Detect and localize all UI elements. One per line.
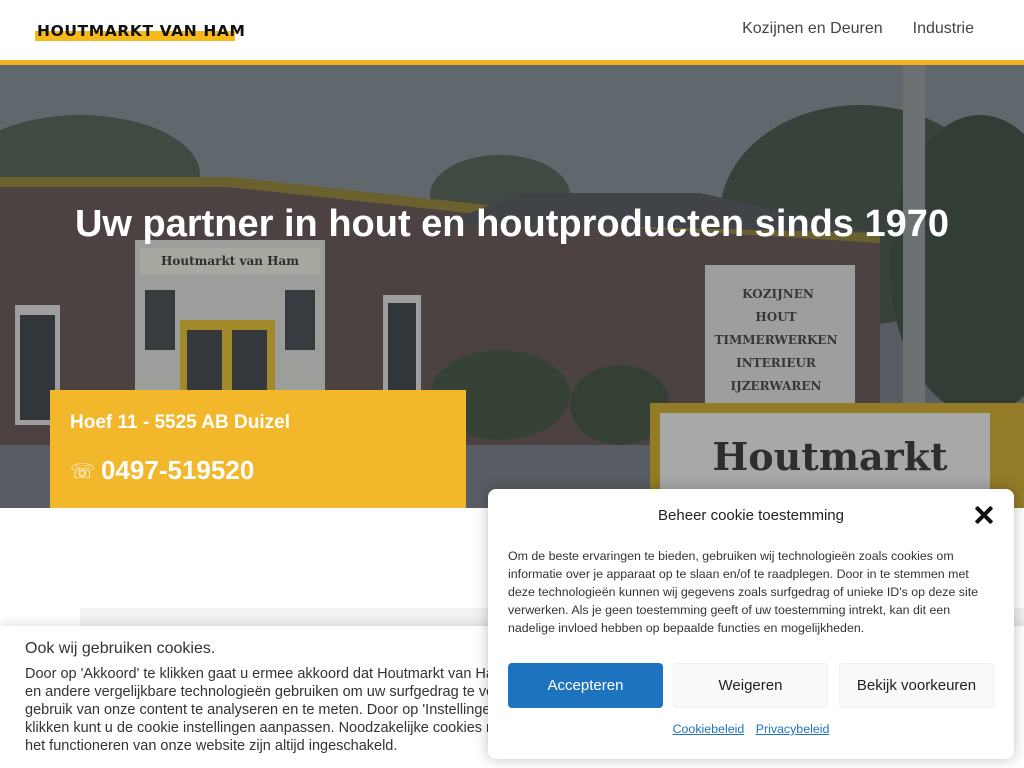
decline-button[interactable]: Weigeren — [673, 663, 828, 708]
hero-title: Uw partner in hout en houtproducten sind… — [74, 203, 950, 245]
site-header: HOUTMARKT VAN HAM Kozijnen en Deuren Ind… — [0, 0, 1024, 60]
nav-item-industrie[interactable]: Industrie — [913, 20, 974, 38]
cookie-policy-link[interactable]: Cookiebeleid — [673, 722, 745, 736]
cookie-bar-text: Door op 'Akkoord' te klikken gaat u erme… — [25, 666, 560, 754]
contact-box: Hoef 11 - 5525 AB Duizel ☏ 0497-519520 — [50, 390, 466, 508]
modal-text: Om de beste ervaringen te bieden, gebrui… — [508, 549, 979, 635]
accept-button[interactable]: Accepteren — [508, 663, 663, 708]
privacy-policy-link[interactable]: Privacybeleid — [756, 722, 830, 736]
address-text: Hoef 11 - 5525 AB Duizel — [70, 412, 290, 433]
logo-text: HOUTMARKT VAN HAM — [37, 22, 246, 40]
nav-item-kozijnen-en-deuren[interactable]: Kozijnen en Deuren — [742, 20, 883, 38]
phone-link[interactable]: ☏ 0497-519520 — [70, 455, 254, 486]
modal-title: Beheer cookie toestemming — [658, 507, 844, 524]
phone-number: 0497-519520 — [101, 455, 255, 485]
main-nav: Kozijnen en Deuren Industrie — [742, 20, 974, 38]
cookie-consent-modal: Beheer cookie toestemming Om de beste er… — [488, 489, 1014, 759]
policy-links: Cookiebeleid Privacybeleid — [488, 722, 1014, 736]
phone-icon: ☏ — [70, 458, 96, 483]
view-preferences-button[interactable]: Bekijk voorkeuren — [839, 663, 994, 708]
cookie-bar-title: Ook wij gebruiken cookies. — [25, 640, 216, 657]
close-icon[interactable] — [974, 505, 994, 525]
